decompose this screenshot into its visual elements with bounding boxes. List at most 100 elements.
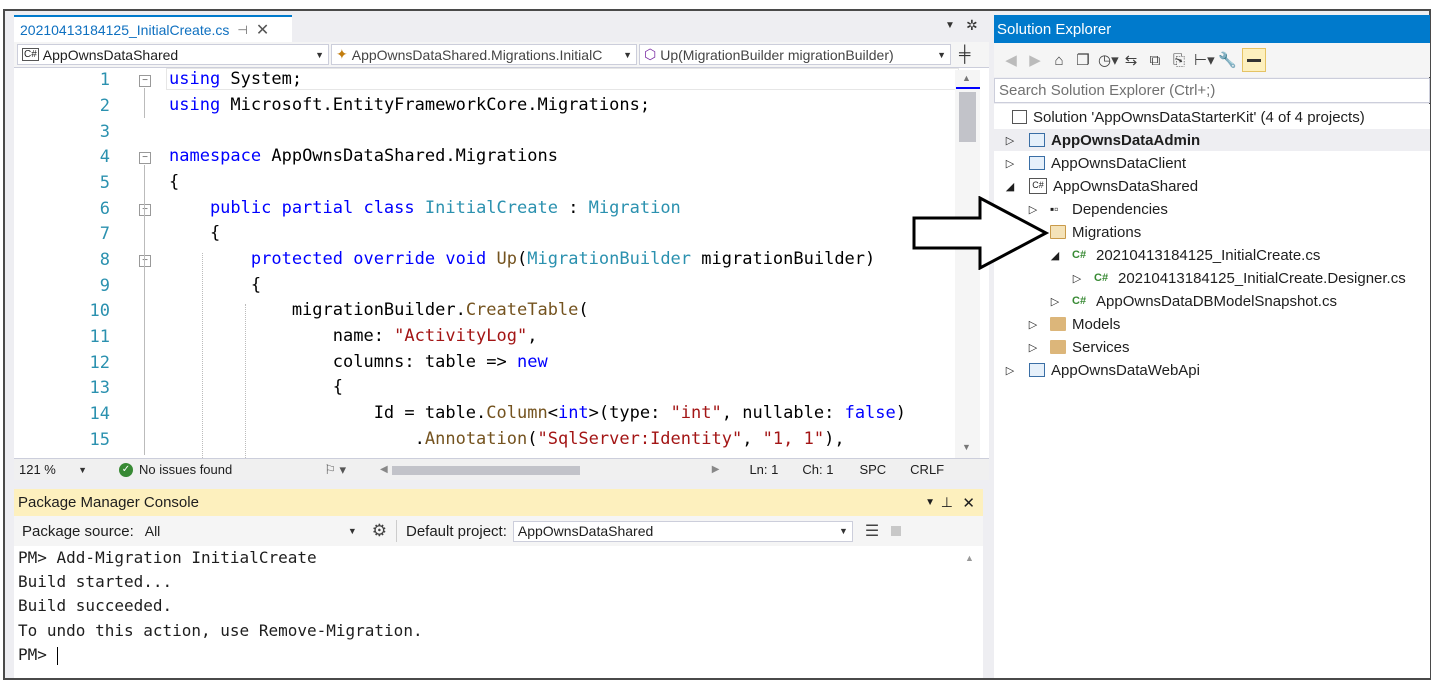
chevron-down-icon: ▼ <box>347 526 357 536</box>
dependencies-icon: ▪▫ <box>1050 202 1059 216</box>
project-dropdown[interactable]: C# AppOwnsDataShared ▼ <box>17 44 329 65</box>
preview-selected-items-icon[interactable] <box>1242 48 1266 72</box>
split-window-icon[interactable]: ╪ <box>959 46 970 64</box>
expand-icon[interactable]: ▷ <box>1050 295 1060 308</box>
show-all-files-icon[interactable]: ⎘ <box>1170 52 1188 69</box>
tree-item-model-snapshot[interactable]: ▷ C# AppOwnsDataDBModelSnapshot.cs <box>1050 290 1337 312</box>
line-number: 7 <box>99 224 110 244</box>
close-icon[interactable]: ✕ <box>962 494 975 512</box>
tree-item-project-webapi[interactable]: ▷ AppOwnsDataWebApi <box>1005 359 1200 381</box>
tree-item-label: Solution 'AppOwnsDataStarterKit' (4 of 4… <box>1033 108 1365 126</box>
window-menu-icon[interactable]: ▼ <box>925 497 935 508</box>
collapse-all-icon[interactable]: ⧉ <box>1146 52 1164 69</box>
tree-item-label: Models <box>1072 315 1121 333</box>
project-dropdown-label: AppOwnsDataShared <box>42 46 179 63</box>
check-circle-icon: ✓ <box>119 462 133 477</box>
scroll-thumb[interactable] <box>959 92 976 142</box>
collapse-icon[interactable]: − <box>139 255 151 267</box>
preview-icon[interactable]: ⊢▾ <box>1194 51 1215 69</box>
default-project-dropdown[interactable]: AppOwnsDataShared ▼ <box>512 520 853 542</box>
open-folder-icon <box>1050 225 1066 239</box>
horizontal-scrollbar[interactable] <box>391 463 712 477</box>
folder-icon <box>1050 317 1066 331</box>
collapse-icon[interactable]: ◢ <box>1005 180 1015 193</box>
code-line: { <box>169 223 221 243</box>
collapse-icon[interactable]: − <box>139 204 151 216</box>
tree-item-initial-create-designer[interactable]: ▷ C# 20210413184125_InitialCreate.Design… <box>1072 267 1406 289</box>
tree-item-label: 20210413184125_InitialCreate.cs <box>1096 246 1321 264</box>
brush-icon[interactable]: ⚐ ▾ <box>324 462 346 478</box>
expand-icon[interactable]: ▷ <box>1072 272 1082 285</box>
pin-icon[interactable]: ⊥ <box>941 494 953 511</box>
expand-icon[interactable]: ▷ <box>1028 341 1038 354</box>
line-indicator: Ln: 1 <box>749 462 779 477</box>
pin-icon[interactable]: ⊣ <box>237 23 247 37</box>
code-line: { <box>169 172 180 192</box>
settings-gear-icon[interactable]: ⚙ <box>372 521 387 541</box>
pending-changes-icon[interactable]: ◷▾ <box>1098 51 1119 69</box>
scroll-up-icon[interactable]: ▲ <box>962 73 971 83</box>
scroll-right-icon[interactable]: ▶ <box>712 464 720 475</box>
code-editor[interactable]: 1 2 3 4 5 6 7 8 9 10 11 12 13 14 15 − − … <box>14 68 989 458</box>
code-line: public partial class InitialCreate : Mig… <box>169 198 681 218</box>
console-line: Build started... <box>18 572 173 591</box>
scroll-left-icon[interactable]: ◀ <box>380 464 388 475</box>
text-cursor <box>56 646 58 665</box>
code-line: name: "ActivityLog", <box>169 326 538 346</box>
settings-gear-icon[interactable]: ✲ <box>966 17 978 34</box>
expand-icon[interactable]: ▷ <box>1005 157 1015 170</box>
switch-views-icon[interactable]: ❐ <box>1074 51 1092 69</box>
collapse-icon[interactable]: − <box>139 152 151 164</box>
back-icon[interactable]: ◀ <box>1002 51 1020 69</box>
tab-overflow-icon[interactable]: ▼ <box>945 20 955 31</box>
web-project-icon <box>1029 133 1045 147</box>
collapse-icon[interactable]: ◢ <box>1050 249 1060 262</box>
tree-item-project-client[interactable]: ▷ AppOwnsDataClient <box>1005 152 1186 174</box>
home-icon[interactable]: ⌂ <box>1050 52 1068 69</box>
scroll-down-icon[interactable]: ▼ <box>962 442 971 452</box>
editor-status-bar: 121 % ▼ ✓ No issues found ⚐ ▾ ◀ ▶ Ln: 1 … <box>14 458 989 480</box>
pm-console-output[interactable]: PM> Add-Migration InitialCreate Build st… <box>14 546 983 678</box>
expand-icon[interactable]: ▷ <box>1028 318 1038 331</box>
tree-item-initial-create[interactable]: ◢ C# 20210413184125_InitialCreate.cs <box>1050 244 1321 266</box>
solution-explorer-title: Solution Explorer <box>997 20 1112 38</box>
default-project-value: AppOwnsDataShared <box>517 523 654 539</box>
tree-item-label: AppOwnsDataWebApi <box>1051 361 1200 379</box>
solution-explorer-search[interactable]: Search Solution Explorer (Ctrl+;) <box>994 78 1430 103</box>
zoom-dropdown[interactable]: 121 % ▼ <box>15 460 91 479</box>
tree-item-label: 20210413184125_InitialCreate.Designer.cs <box>1118 269 1406 287</box>
line-number: 14 <box>89 404 110 424</box>
tree-item-models[interactable]: ▷ Models <box>1028 313 1121 335</box>
solution-tree[interactable]: Solution 'AppOwnsDataStarterKit' (4 of 4… <box>994 104 1430 678</box>
clear-console-icon[interactable]: ☰ <box>865 521 879 541</box>
collapse-icon[interactable]: − <box>139 75 151 87</box>
tree-item-project-shared[interactable]: ◢ C# AppOwnsDataShared <box>1005 175 1198 197</box>
line-number: 11 <box>89 327 110 347</box>
tree-item-solution[interactable]: Solution 'AppOwnsDataStarterKit' (4 of 4… <box>1012 106 1365 128</box>
solution-explorer-title-bar: Solution Explorer <box>994 15 1430 43</box>
close-tab-icon[interactable]: ✕ <box>256 20 269 40</box>
tree-item-services[interactable]: ▷ Services <box>1028 336 1130 358</box>
line-number: 12 <box>89 353 110 373</box>
code-line: migrationBuilder.CreateTable( <box>169 300 589 320</box>
forward-icon[interactable]: ▶ <box>1026 51 1044 69</box>
tree-item-project-admin[interactable]: ▷ AppOwnsDataAdmin <box>994 129 1430 151</box>
navigation-bar: C# AppOwnsDataShared ▼ ✦ AppOwnsDataShar… <box>14 42 989 68</box>
stop-icon[interactable] <box>891 526 902 536</box>
sync-icon[interactable]: ⇆ <box>1122 51 1140 69</box>
console-scroll-up-icon[interactable]: ▲ <box>965 553 974 563</box>
properties-wrench-icon[interactable]: 🔧 <box>1218 51 1237 69</box>
expand-icon[interactable]: ▷ <box>1005 364 1015 377</box>
type-dropdown[interactable]: ✦ AppOwnsDataShared.Migrations.InitialC … <box>331 44 637 65</box>
folder-icon <box>1050 340 1066 354</box>
expand-icon[interactable]: ▷ <box>1005 134 1015 147</box>
line-number: 8 <box>99 250 110 270</box>
toolbar-separator <box>395 520 397 542</box>
document-tab[interactable]: 20210413184125_InitialCreate.cs ⊣ ✕ <box>14 15 292 42</box>
member-dropdown[interactable]: ⬡ Up(MigrationBuilder migrationBuilder) … <box>639 44 951 65</box>
console-prompt[interactable]: PM> <box>18 645 58 665</box>
console-line: To undo this action, use Remove-Migratio… <box>18 621 423 640</box>
horizontal-scroll-thumb[interactable] <box>391 465 580 475</box>
package-source-dropdown[interactable]: All ▼ <box>139 520 362 542</box>
issues-status[interactable]: No issues found <box>139 462 232 477</box>
